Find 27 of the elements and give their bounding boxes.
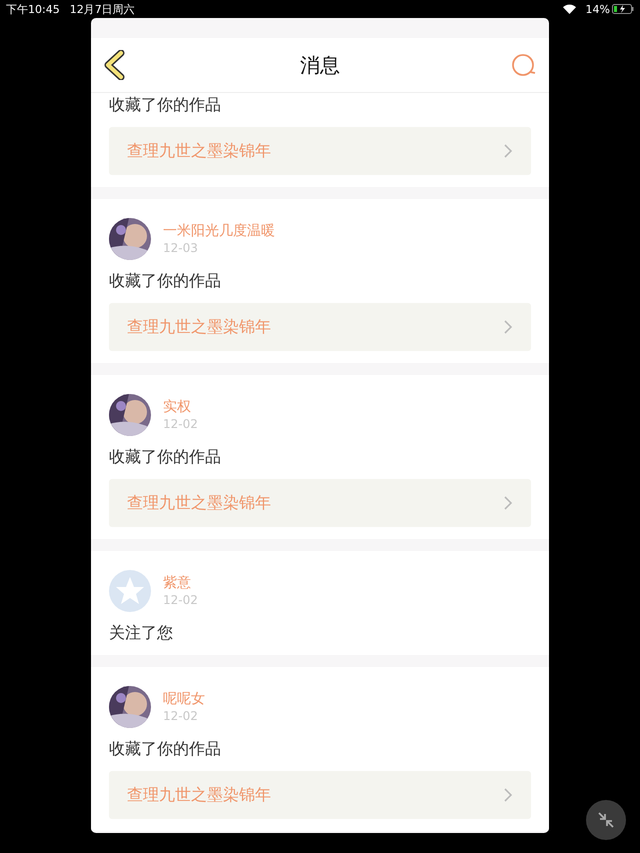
chevron-icon	[503, 143, 513, 159]
action-text: 关注了您	[109, 623, 174, 643]
user-name[interactable]: 实权	[163, 398, 198, 416]
chevron-icon	[503, 495, 513, 511]
chevron-icon	[503, 319, 513, 335]
work-link[interactable]: 查理九世之墨染锦年	[109, 771, 531, 819]
battery-percent: 14%	[586, 2, 610, 16]
user-name[interactable]: 呢呢女	[163, 690, 205, 708]
avatar-icon	[109, 570, 151, 612]
action-text: 收藏了你的作品	[109, 739, 222, 759]
user-name[interactable]: 一米阳光几度温暖	[163, 222, 275, 240]
status-date: 12月7日周六	[70, 2, 135, 16]
action-text: 收藏了你的作品	[109, 447, 222, 467]
collapse-icon	[597, 811, 615, 829]
work-link[interactable]: 查理九世之墨染锦年	[109, 127, 531, 175]
battery-icon	[612, 4, 634, 14]
action-text: 收藏了你的作品	[109, 271, 222, 291]
page-title: 消息	[300, 52, 340, 76]
chevron-icon	[503, 787, 513, 803]
status-time: 下午10:45	[6, 2, 60, 16]
back-button[interactable]	[103, 50, 125, 80]
minimize-button[interactable]	[586, 800, 626, 840]
work-link[interactable]: 查理九世之墨染锦年	[109, 479, 531, 527]
action-text: 收藏了你的作品	[109, 95, 222, 115]
user-name[interactable]: 紫意	[163, 574, 198, 592]
work-link[interactable]: 查理九世之墨染锦年	[109, 303, 531, 351]
wifi-icon	[562, 4, 576, 14]
